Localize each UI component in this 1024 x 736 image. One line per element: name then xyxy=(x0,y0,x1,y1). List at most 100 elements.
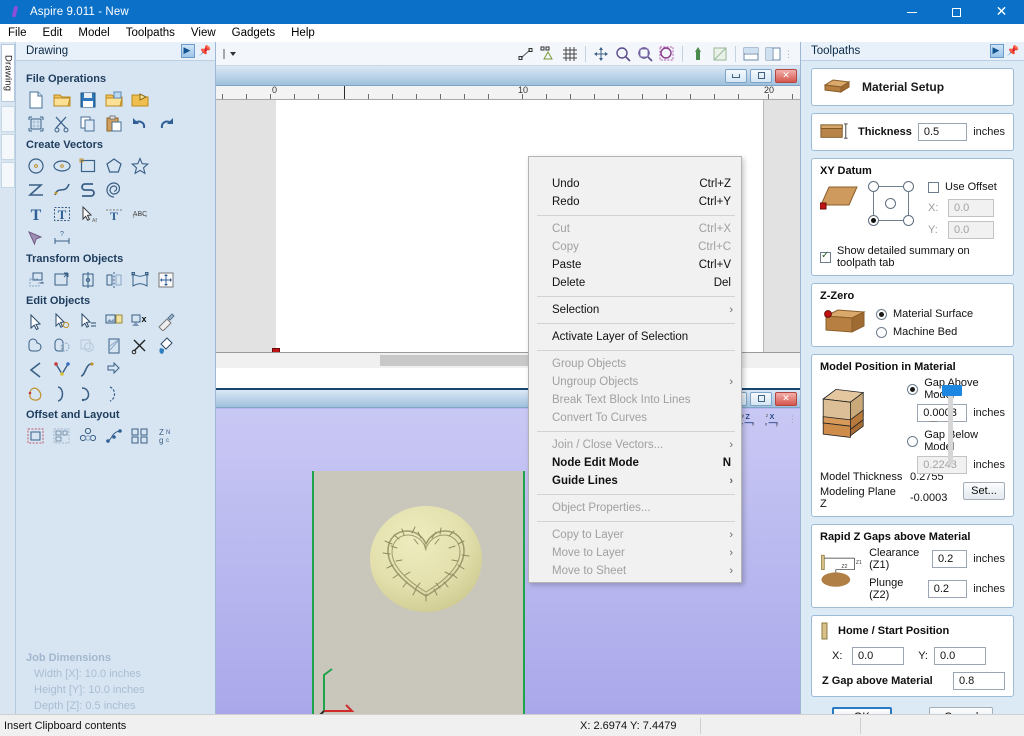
view-2d-maximize-button[interactable] xyxy=(750,68,772,83)
pin-icon[interactable]: 📌 xyxy=(1007,46,1019,57)
layer-dropdown-icon[interactable] xyxy=(220,44,242,64)
context-menu-item-redo[interactable]: Redo Ctrl+Y xyxy=(529,193,741,211)
intersect-icon[interactable] xyxy=(76,335,100,357)
text-on-curve-icon[interactable]: T xyxy=(102,203,126,225)
horizontal-ruler[interactable]: 0 10 20 xyxy=(216,86,800,100)
fillet-icon[interactable] xyxy=(24,359,48,381)
trim-icon[interactable] xyxy=(128,335,152,357)
view-3d-maximize-button[interactable] xyxy=(750,391,772,406)
cut-scissors-icon[interactable] xyxy=(50,113,74,135)
polyline-icon[interactable] xyxy=(24,179,48,201)
menu-help[interactable]: Help xyxy=(283,26,323,40)
context-menu-item-guide-lines[interactable]: Guide Lines › xyxy=(529,472,741,490)
datum-y-input[interactable]: 0.0 xyxy=(948,221,994,239)
block-copy-icon[interactable] xyxy=(128,425,152,447)
export-icon[interactable] xyxy=(128,89,152,111)
menu-file[interactable]: File xyxy=(0,26,35,40)
text-icon[interactable]: T xyxy=(24,203,48,225)
move-icon[interactable] xyxy=(24,269,48,291)
view-3d-toolbar-overflow[interactable]: ⋮ xyxy=(788,415,797,424)
array-copy-icon[interactable] xyxy=(76,425,100,447)
job-setup-icon[interactable] xyxy=(24,113,48,135)
plunge-input[interactable]: 0.2 xyxy=(927,580,968,598)
model-position-slider-thumb[interactable] xyxy=(942,385,963,396)
redo-icon[interactable] xyxy=(154,113,178,135)
star-icon[interactable] xyxy=(128,155,152,177)
xy-datum-selector[interactable] xyxy=(868,181,920,226)
select-add-icon[interactable] xyxy=(50,311,74,333)
vertical-tab-slot-2[interactable] xyxy=(1,134,15,160)
undo-icon[interactable] xyxy=(128,113,152,135)
home-x-input[interactable]: 0.0 xyxy=(852,647,904,665)
gap-below-model-radio[interactable] xyxy=(907,435,919,447)
x-y-view-icon[interactable]: zXx y xyxy=(764,411,784,427)
offset-vectors-icon[interactable] xyxy=(24,425,48,447)
two-view-icon[interactable] xyxy=(740,44,762,64)
z-zero-machine-bed-radio[interactable] xyxy=(876,326,887,338)
menu-gadgets[interactable]: Gadgets xyxy=(224,26,283,40)
node-edit-icon[interactable] xyxy=(50,359,74,381)
menu-model[interactable]: Model xyxy=(70,26,117,40)
scale-icon[interactable] xyxy=(50,269,74,291)
curve-fit-icon[interactable] xyxy=(76,383,100,405)
float-panel-icon[interactable] xyxy=(989,44,1004,58)
rectangle-icon[interactable] xyxy=(76,155,100,177)
save-icon[interactable] xyxy=(76,89,100,111)
copy-icon[interactable] xyxy=(76,113,100,135)
open-folder-icon[interactable] xyxy=(50,89,74,111)
z-x-view-icon[interactable]: yZzx xyxy=(740,411,760,427)
dimension-icon[interactable]: ? xyxy=(50,227,74,249)
circle-icon[interactable] xyxy=(24,155,48,177)
measure-icon[interactable] xyxy=(154,311,178,333)
datum-node-bottom-right[interactable] xyxy=(903,215,914,226)
gap-above-model-radio[interactable] xyxy=(907,383,919,395)
menu-toolpaths[interactable]: Toolpaths xyxy=(118,26,183,40)
ellipse-icon[interactable] xyxy=(50,155,74,177)
zoom-window-icon[interactable] xyxy=(634,44,656,64)
join-icon[interactable] xyxy=(50,383,74,405)
text-layout-icon[interactable]: ZNgc xyxy=(154,425,178,447)
draw-curve-icon[interactable] xyxy=(76,179,100,201)
text-select-icon[interactable]: ABC xyxy=(76,203,100,225)
zoom-icon[interactable] xyxy=(612,44,634,64)
menu-view[interactable]: View xyxy=(183,26,224,40)
snap-geometry-icon[interactable] xyxy=(537,44,559,64)
select-arrow-icon[interactable] xyxy=(24,311,48,333)
polygon-icon[interactable] xyxy=(102,155,126,177)
copy-along-curve-icon[interactable] xyxy=(102,425,126,447)
zoom-extents-icon[interactable] xyxy=(687,44,709,64)
context-menu-item-selection[interactable]: Selection › xyxy=(529,301,741,319)
bitmap-props-icon[interactable] xyxy=(102,311,126,333)
vertical-tab-drawing[interactable]: Drawing xyxy=(1,44,15,102)
datum-x-input[interactable]: 0.0 xyxy=(948,199,994,217)
home-y-input[interactable]: 0.0 xyxy=(934,647,986,665)
weld-icon[interactable] xyxy=(24,335,48,357)
vertical-tab-slot-1[interactable] xyxy=(1,106,15,132)
rotate-icon[interactable] xyxy=(76,269,100,291)
snap-node-icon[interactable] xyxy=(515,44,537,64)
mirror-icon[interactable] xyxy=(102,269,126,291)
set-model-position-button[interactable]: Set... xyxy=(963,481,1005,500)
use-offset-checkbox[interactable] xyxy=(928,181,939,193)
curve-icon[interactable] xyxy=(50,179,74,201)
split-view-icon[interactable] xyxy=(762,44,784,64)
model-position-slider-track[interactable] xyxy=(948,393,954,465)
spiral-icon[interactable] xyxy=(102,179,126,201)
grid-snap-icon[interactable] xyxy=(559,44,581,64)
view-2d-minimize-button[interactable] xyxy=(725,68,747,83)
datum-node-top-left[interactable] xyxy=(868,181,879,192)
delete-object-icon[interactable]: x xyxy=(128,311,152,333)
nesting-icon[interactable] xyxy=(50,425,74,447)
distort-icon[interactable] xyxy=(128,269,152,291)
arc-text-icon[interactable]: ABC xyxy=(128,203,152,225)
vertical-tab-slot-3[interactable] xyxy=(1,162,15,188)
minimize-button[interactable] xyxy=(889,0,934,24)
nodes-icon[interactable] xyxy=(102,383,126,405)
datum-node-top-right[interactable] xyxy=(903,181,914,192)
context-menu-item-node-edit-mode[interactable]: Node Edit Mode N xyxy=(529,454,741,472)
datum-node-center[interactable] xyxy=(885,198,896,209)
new-file-icon[interactable] xyxy=(24,89,48,111)
trace-bitmap-icon[interactable] xyxy=(24,227,48,249)
zoom-selected-icon[interactable] xyxy=(656,44,678,64)
context-menu-item-undo[interactable]: Undo Ctrl+Z xyxy=(529,175,741,193)
